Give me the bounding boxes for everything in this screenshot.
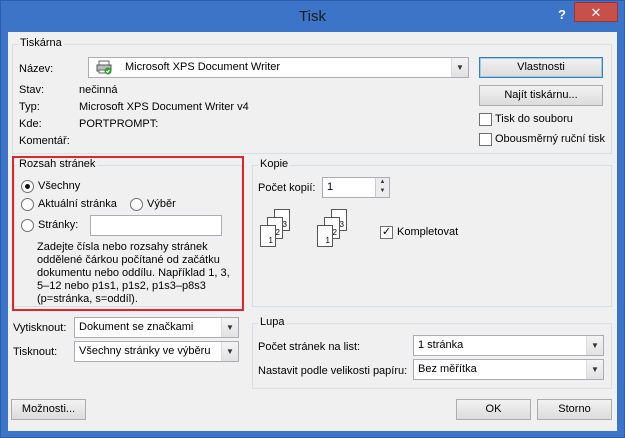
title-bar[interactable]: Tisk ? ✕ [1,1,624,31]
close-button[interactable]: ✕ [574,2,618,22]
print-what-value: Dokument se značkami [79,321,194,333]
print-what-label: Vytisknout: [13,322,67,334]
print-label: Tisknout: [13,346,58,358]
range-all-label[interactable]: Všechny [38,180,80,192]
range-pages-label[interactable]: Stránky: [38,219,78,231]
copies-group-label: Kopie [258,158,291,170]
spin-up-icon[interactable]: ▲ [376,178,389,187]
cancel-button-label: Storno [558,403,591,415]
range-selection-label[interactable]: Výběr [147,198,176,210]
options-button-label: Možnosti... [21,403,76,415]
cancel-button[interactable]: Storno [537,399,612,420]
range-current-radio[interactable] [21,198,34,211]
range-hint-5: (p=stránka, s=oddíl). [37,293,138,305]
range-hint-4: 5–12 nebo p1s1, p1s2, p1s3–p8s3 [37,280,206,292]
type-label: Typ: [19,101,40,113]
spin-down-icon[interactable]: ▼ [376,187,389,196]
options-button[interactable]: Možnosti... [11,399,86,420]
scale-label: Nastavit podle velikosti papíru: [258,365,408,377]
range-selection-radio[interactable] [130,198,143,211]
print-what-select[interactable]: Dokument se značkami ▼ [74,317,239,338]
scale-select[interactable]: Bez měřítka ▼ [413,359,604,380]
duplex-checkbox[interactable] [479,133,492,146]
range-all-radio[interactable] [21,180,34,193]
printer-group-label: Tiskárna [18,37,64,49]
print-to-file-label[interactable]: Tisk do souboru [495,113,573,125]
page-number: 2 [332,228,337,237]
range-hint-2: oddělené čárkou počítané od začátku [37,254,220,266]
chevron-down-icon[interactable]: ▼ [586,360,603,379]
range-hint-3: dokumentu nebo oddílu. Například 1, 3, [37,267,230,279]
range-pages-radio[interactable] [21,219,34,232]
printer-icon [96,60,112,75]
status-label: Stav: [19,84,45,96]
copies-count-input[interactable]: 1 ▲ ▼ [322,177,390,198]
close-icon: ✕ [590,5,602,20]
page-number: 1 [268,236,273,245]
properties-button-label: Vlastnosti [517,61,565,73]
printer-select[interactable]: Microsoft XPS Document Writer ▼ [88,57,469,78]
page-number: 1 [325,236,330,245]
print-dialog: Tisk ? ✕ Tiskárna Název: Microsoft XPS D… [0,0,625,438]
page-number: 3 [339,220,344,229]
page-number: 3 [282,220,287,229]
copies-count-value: 1 [327,181,334,193]
chevron-down-icon[interactable]: ▼ [221,342,238,361]
page-thumb: 1 [317,225,333,247]
ok-button[interactable]: OK [456,399,531,420]
dialog-body: Tiskárna Název: Microsoft XPS Document W… [8,32,617,431]
pages-per-sheet-select[interactable]: 1 stránka ▼ [413,335,604,356]
pages-per-sheet-value: 1 stránka [418,339,464,351]
chevron-down-icon[interactable]: ▼ [451,58,468,77]
find-printer-button[interactable]: Najít tiskárnu... [479,85,603,106]
page-number: 2 [275,228,280,237]
pages-per-sheet-label: Počet stránek na list: [258,341,361,353]
duplex-label[interactable]: Obousměrný ruční tisk [495,133,605,145]
window-title: Tisk [299,8,326,25]
ok-button-label: OK [485,403,502,415]
where-label: Kde: [19,118,42,130]
chevron-down-icon[interactable]: ▼ [586,336,603,355]
status-value: nečinná [79,84,118,96]
collate-label[interactable]: Kompletovat [397,226,458,238]
checkmark-icon: ✓ [381,226,392,238]
zoom-group-label: Lupa [258,316,287,328]
find-printer-label: Najít tiskárnu... [504,89,578,101]
scale-value: Bez měřítka [418,363,477,375]
print-value: Všechny stránky ve výběru [79,345,211,357]
collate-checkbox[interactable]: ✓ [380,226,393,239]
range-current-label[interactable]: Aktuální stránka [38,198,117,210]
comment-label: Komentář: [19,135,70,147]
chevron-down-icon[interactable]: ▼ [221,318,238,337]
copies-count-label: Počet kopií: [258,182,316,194]
help-button[interactable]: ? [552,6,572,24]
printer-select-value: Microsoft XPS Document Writer [125,61,281,73]
where-value: PORTPROMPT: [79,118,159,130]
pages-input[interactable] [90,215,222,236]
print-select[interactable]: Všechny stránky ve výběru ▼ [74,341,239,362]
range-hint-1: Zadejte čísla nebo rozsahy stránek [37,241,208,253]
copies-spinner[interactable]: ▲ ▼ [375,178,389,197]
type-value: Microsoft XPS Document Writer v4 [79,101,249,113]
properties-button[interactable]: Vlastnosti [479,57,603,78]
printer-name-label: Název: [19,63,54,75]
page-thumb: 1 [260,225,276,247]
print-to-file-checkbox[interactable] [479,113,492,126]
